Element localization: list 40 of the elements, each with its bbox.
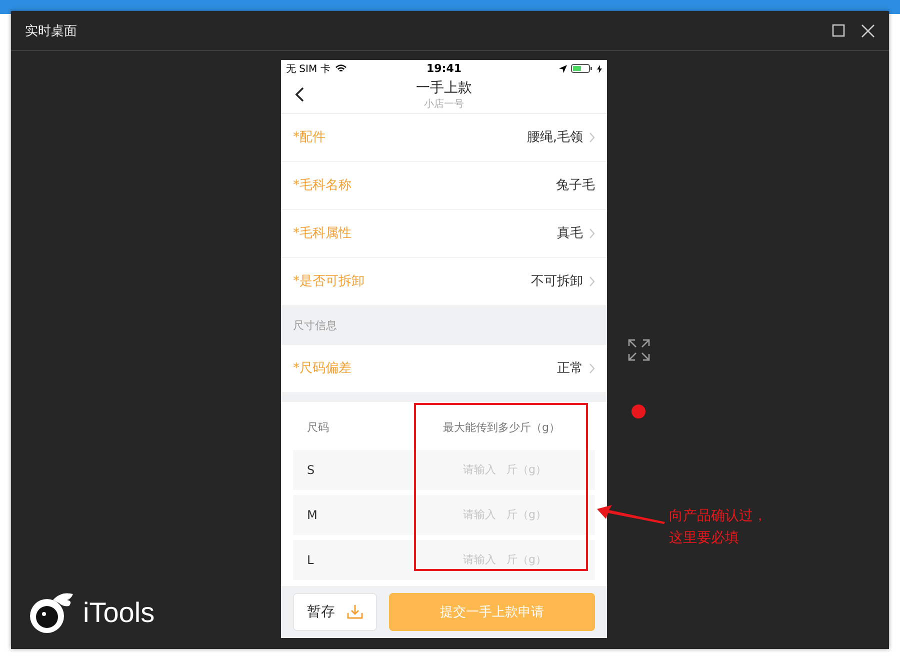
form-row[interactable]: *毛科属性 真毛 (281, 210, 607, 258)
field-label: *是否可拆卸 (293, 273, 364, 290)
maximize-icon[interactable] (832, 24, 845, 37)
annotation-text: 这里要必填 (669, 529, 739, 548)
charging-icon (597, 64, 602, 73)
field-label: *毛科名称 (293, 177, 352, 194)
download-icon (347, 604, 363, 620)
field-value: 真毛 (557, 225, 583, 242)
field-value: 正常 (557, 360, 583, 377)
back-icon[interactable] (295, 87, 304, 102)
column-header: 最大能传到多少斤（g） (442, 420, 561, 434)
annotation-text: 向产品确认过， (669, 507, 767, 526)
wifi-icon (335, 64, 348, 74)
close-icon[interactable] (861, 24, 875, 38)
size-label: L (306, 552, 315, 566)
field-label: *配件 (293, 129, 326, 146)
battery-icon (571, 64, 593, 74)
field-label: *尺码偏差 (293, 360, 352, 377)
location-icon (559, 64, 567, 73)
field-value: 腰绳,毛领 (526, 129, 583, 146)
field-value: 不可拆卸 (531, 273, 583, 290)
status-time: 19:41 (425, 62, 462, 76)
carrier-text: 无 SIM 卡 (286, 62, 330, 76)
expand-icon[interactable] (628, 339, 650, 361)
window-title: 实时桌面 (25, 22, 77, 40)
page-subtitle: 小店一号 (424, 98, 464, 111)
section-title: 尺寸信息 (293, 318, 337, 332)
field-value: 兔子毛 (556, 177, 595, 194)
form-row[interactable]: *配件 腰绳,毛领 (281, 114, 607, 162)
logo-icon (27, 591, 75, 635)
size-label: S (306, 462, 316, 476)
size-label: M (306, 508, 318, 522)
annotation-arrow (596, 505, 666, 525)
page-title: 一手上款 (416, 78, 472, 97)
logo-text: iTools (83, 597, 155, 629)
save-draft-button[interactable]: 暂存 (293, 592, 377, 631)
field-label: *毛科属性 (293, 225, 352, 242)
column-header: 尺码 (306, 420, 330, 434)
dot-marker (631, 404, 646, 419)
form-row[interactable]: *毛科名称 兔子毛 (281, 162, 607, 210)
